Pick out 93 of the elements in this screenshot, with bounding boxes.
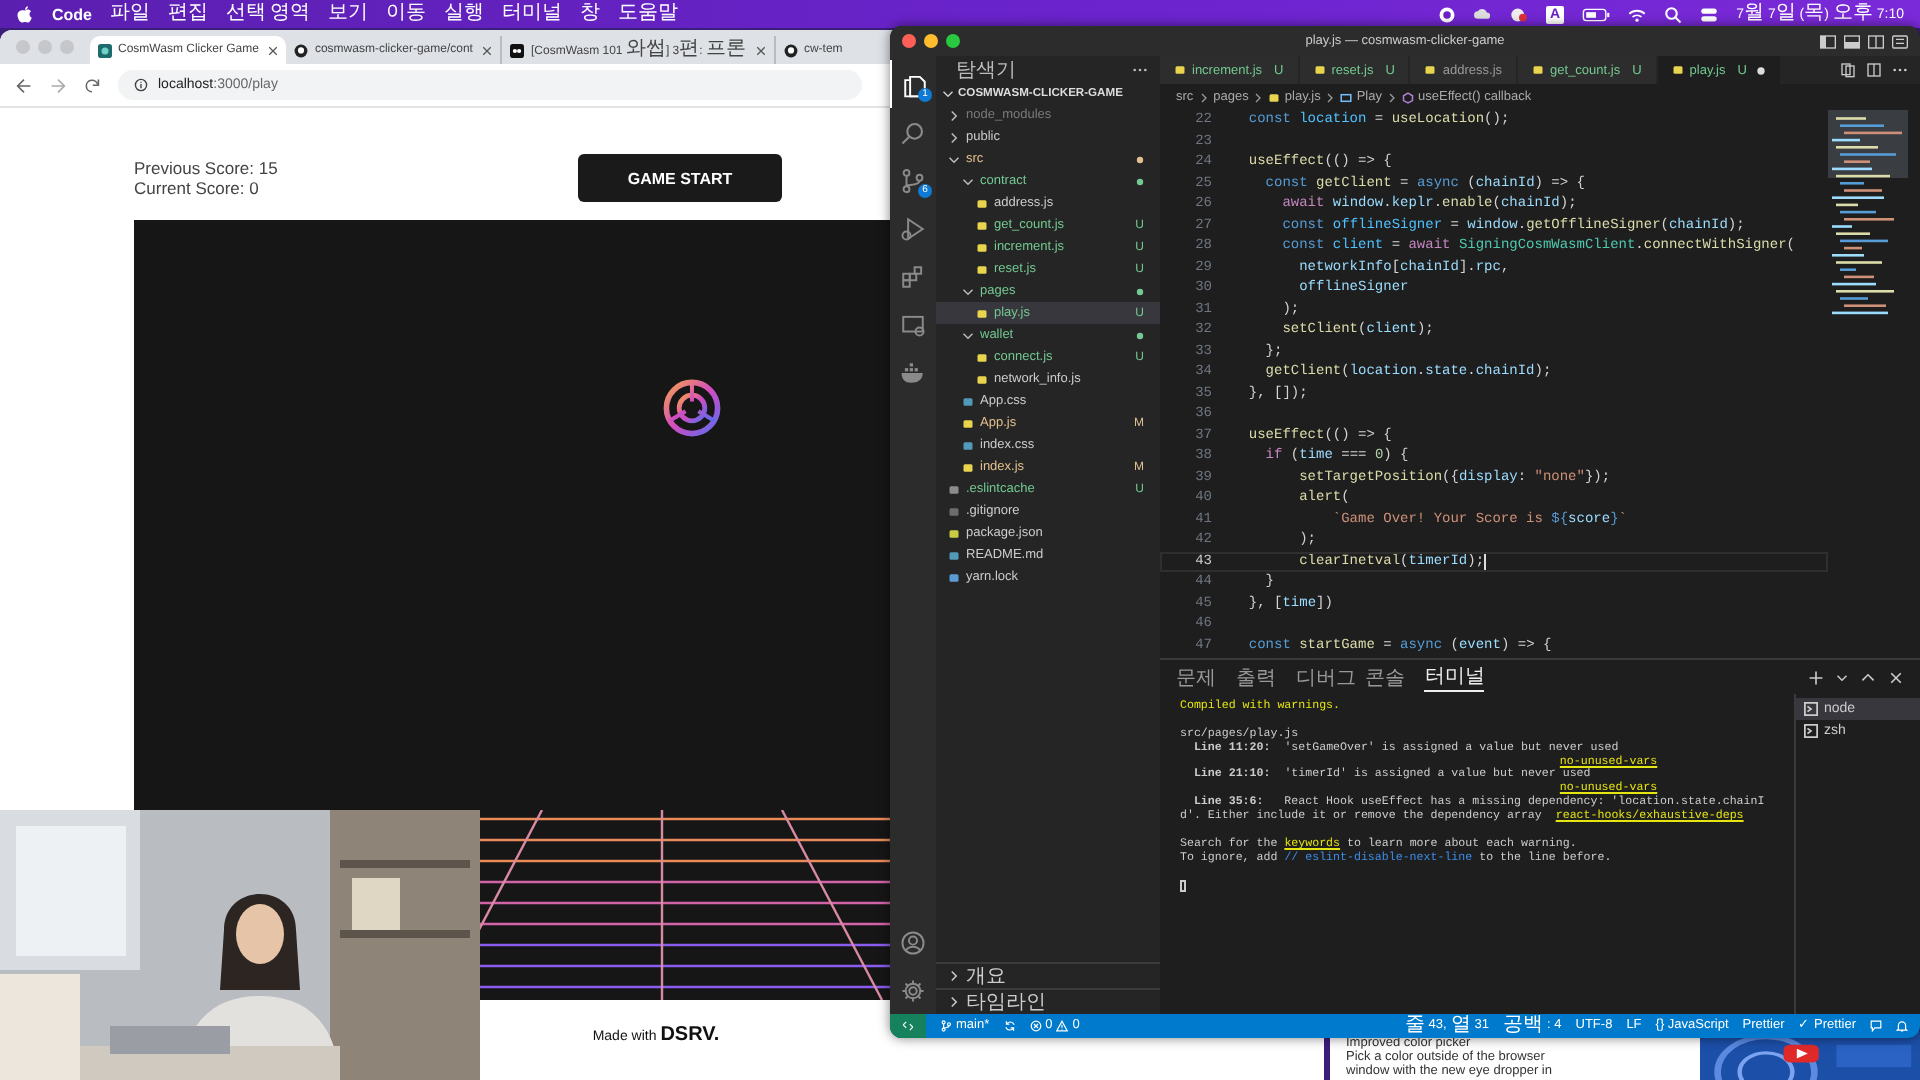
change-dot-icon (1136, 331, 1144, 339)
plus-icon[interactable] (1808, 669, 1824, 685)
compare-icon[interactable] (1840, 62, 1856, 78)
control-center-icon[interactable] (1700, 5, 1719, 23)
wifi-icon[interactable] (1628, 5, 1647, 23)
chevron-icon (1326, 91, 1335, 103)
info-icon (134, 78, 148, 92)
record-icon[interactable] (1438, 5, 1457, 23)
file-icon (1313, 64, 1326, 76)
panel-tab[interactable]: 터미널 (1424, 662, 1485, 692)
menu-item[interactable]: 창 (579, 1, 600, 27)
chevron-icon (948, 970, 960, 982)
bell-icon[interactable] (1896, 1020, 1908, 1032)
more-icon[interactable] (1132, 66, 1148, 74)
apple-icon[interactable] (16, 5, 34, 23)
sidebar-toggle-icon[interactable] (1820, 33, 1836, 49)
run-icon (900, 215, 926, 241)
menu-item[interactable]: 편집 (168, 1, 208, 27)
text-cursor (1484, 553, 1487, 570)
menu-item[interactable]: 이동 (385, 1, 426, 27)
remote-button[interactable] (890, 1014, 926, 1038)
panel-tab[interactable]: 출력 (1236, 663, 1276, 691)
file-icon (1268, 91, 1281, 103)
extensions-icon (900, 263, 926, 289)
chevron-icon (1388, 91, 1396, 103)
file-icon (976, 307, 988, 319)
settings-icon[interactable] (900, 977, 926, 1003)
reload-icon[interactable] (84, 77, 100, 93)
panel-toggle-icon[interactable] (1844, 33, 1860, 49)
close-window-button[interactable] (902, 34, 916, 48)
sync-icon[interactable] (1003, 1020, 1016, 1032)
cloud-icon[interactable] (1474, 5, 1493, 23)
video-favicon-icon (510, 43, 525, 57)
files-icon (901, 71, 927, 97)
branch-icon (900, 167, 926, 193)
panel-tab[interactable]: 디버그 콘솔 (1296, 663, 1405, 691)
chevron-icon (948, 996, 960, 1008)
app-favicon-icon (98, 43, 112, 57)
whale-icon (900, 359, 926, 385)
section-header[interactable]: 개요 (936, 962, 1160, 988)
menu-item[interactable]: 터미널 (501, 1, 562, 27)
minimize-button[interactable] (924, 34, 938, 48)
zoom-button[interactable] (946, 34, 960, 48)
close-icon[interactable] (268, 45, 279, 55)
terminal-cursor (1180, 879, 1186, 892)
change-dot-icon (1136, 287, 1144, 295)
ring-logo-icon[interactable] (660, 376, 724, 440)
chevron-icon (1254, 91, 1263, 103)
change-dot-icon (1136, 155, 1144, 163)
battery-icon[interactable] (1582, 5, 1611, 23)
monitor-icon (900, 311, 926, 337)
remote-icon (902, 1020, 914, 1032)
menu-item[interactable]: Code (52, 5, 92, 23)
variable-icon (1340, 91, 1353, 103)
file-icon (1424, 64, 1437, 76)
current-score: Current Score: 0 (134, 178, 261, 198)
alert-icon[interactable] (1510, 5, 1529, 23)
customize-layout-icon[interactable] (1892, 33, 1908, 49)
panel-tab[interactable]: 문제 (1176, 663, 1216, 691)
terminal-icon (1804, 702, 1818, 716)
back-icon[interactable] (16, 77, 32, 93)
feedback-icon[interactable] (1870, 1020, 1882, 1032)
chevron-up-icon[interactable] (1860, 669, 1876, 685)
menu-item[interactable]: 선택 영역 (226, 1, 310, 27)
cube-icon (1402, 91, 1414, 103)
file-icon (1532, 64, 1545, 76)
warning-icon (1056, 1020, 1069, 1032)
search-icon (900, 119, 926, 145)
close-icon[interactable] (482, 45, 493, 55)
close-icon[interactable] (755, 45, 766, 55)
game-start-button[interactable]: GAME START (578, 154, 782, 202)
split-editor-icon[interactable] (1866, 62, 1882, 78)
octocat-icon (294, 43, 309, 57)
terminal-icon (1804, 724, 1818, 738)
layout-icon[interactable] (1868, 33, 1884, 49)
file-icon (1174, 64, 1186, 76)
branch-icon (940, 1020, 952, 1032)
account-icon[interactable] (900, 929, 926, 955)
menu-item[interactable]: 보기 (327, 1, 368, 27)
chevron-icon (962, 329, 974, 341)
chevron-icon (1199, 91, 1208, 103)
file-icon (1671, 64, 1684, 76)
previous-score: Previous Score: 15 (134, 158, 280, 178)
error-icon (1029, 1020, 1042, 1032)
menu-item[interactable]: 파일 (110, 1, 150, 27)
sidebar-title: 탐색기 (956, 58, 1016, 84)
octocat-icon (783, 43, 798, 57)
search-icon[interactable] (1664, 5, 1683, 23)
chevron-icon (962, 285, 974, 297)
unsaved-dot-icon (1756, 65, 1767, 75)
menu-item[interactable]: 도움말 (617, 1, 678, 27)
menu-item[interactable]: 실행 (443, 1, 484, 27)
change-dot-icon (1136, 177, 1144, 185)
